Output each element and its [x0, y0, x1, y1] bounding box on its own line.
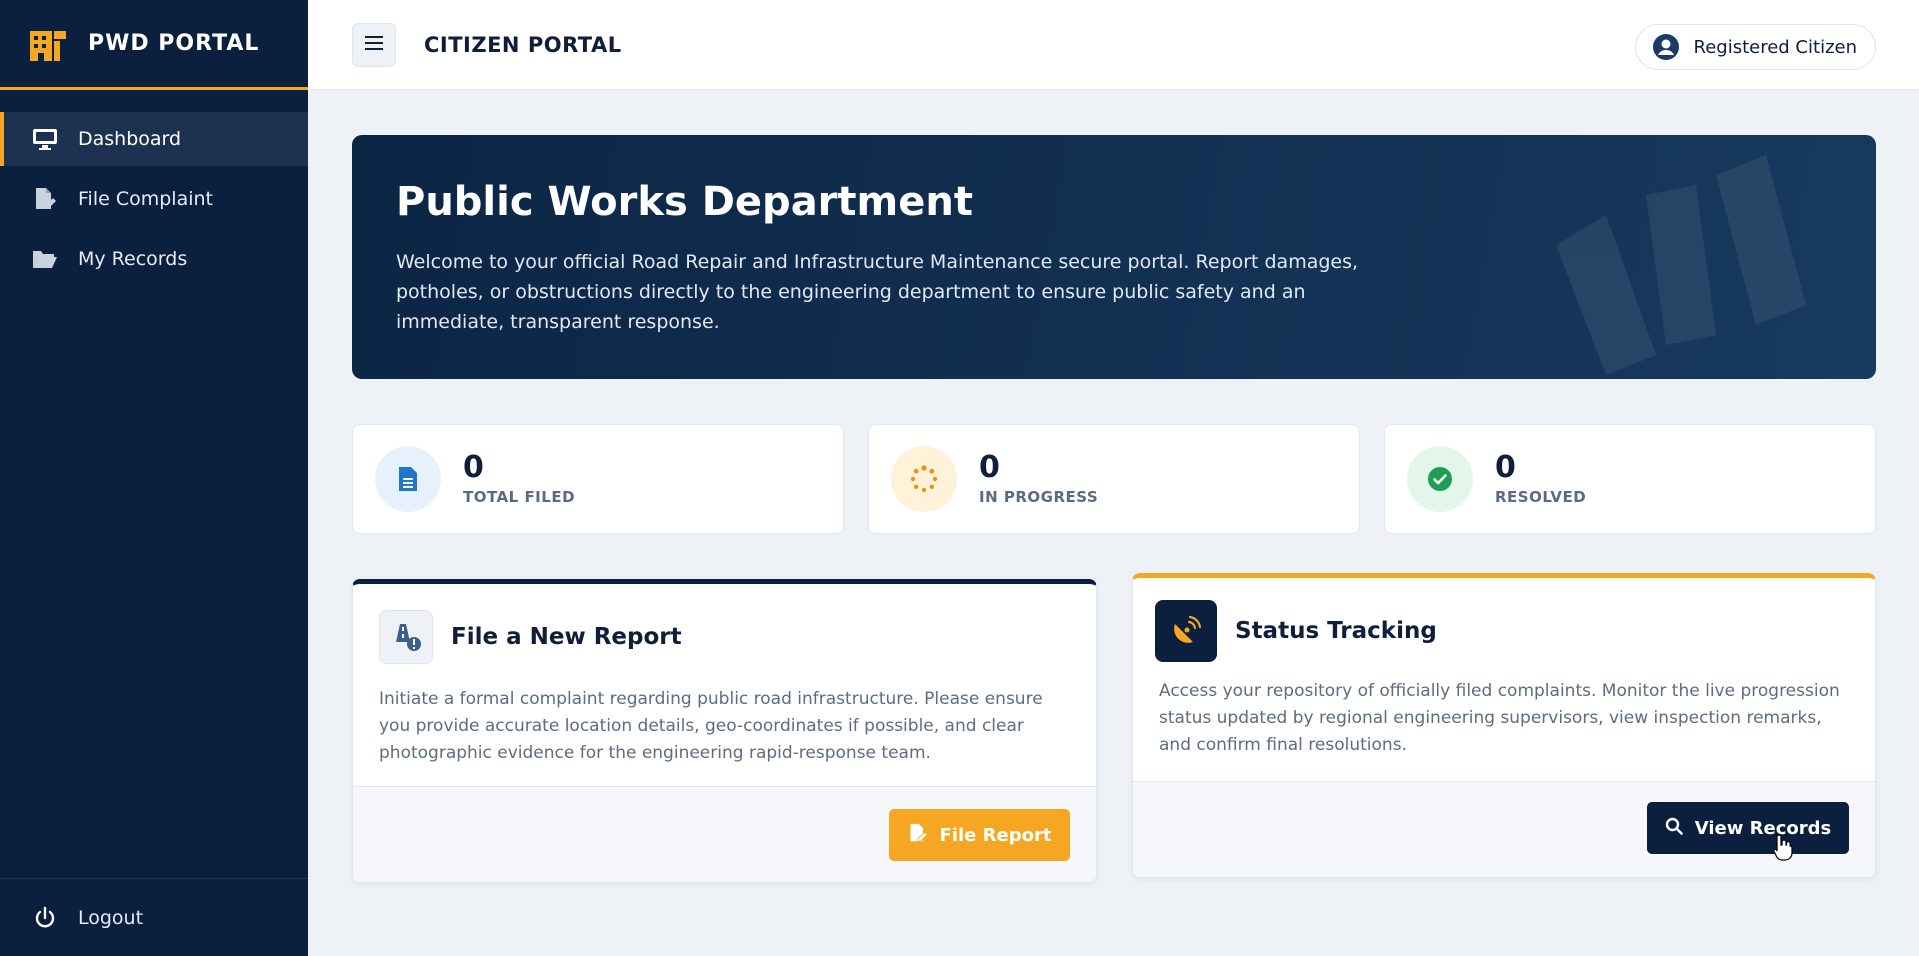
status-tracking-card: Status Tracking Access your repository o… — [1132, 573, 1876, 878]
card-footer: File Report — [353, 786, 1096, 882]
stat-label: IN PROGRESS — [979, 488, 1099, 506]
stat-card-in-progress: 0 IN PROGRESS — [868, 424, 1360, 534]
stat-card-total-filed: 0 TOTAL FILED — [352, 424, 844, 534]
folder-open-icon — [32, 247, 58, 271]
file-pen-icon — [32, 187, 58, 211]
topbar: CITIZEN PORTAL Registered Citizen — [308, 0, 1919, 90]
sidebar-item-file-complaint[interactable]: File Complaint — [0, 172, 308, 226]
hand-cursor-icon — [1773, 834, 1793, 861]
file-pen-icon — [908, 823, 940, 848]
stat-value: 0 — [979, 450, 1000, 485]
page-title: CITIZEN PORTAL — [424, 32, 622, 57]
search-icon — [1665, 817, 1695, 840]
user-avatar-icon — [1652, 33, 1680, 61]
menu-toggle-button[interactable] — [352, 22, 396, 67]
file-report-card: File a New Report Initiate a formal comp… — [352, 579, 1097, 883]
sidebar-item-my-records[interactable]: My Records — [0, 232, 308, 286]
stat-value: 0 — [1495, 450, 1516, 485]
user-label: Registered Citizen — [1693, 36, 1858, 58]
sidebar-item-dashboard[interactable]: Dashboard — [0, 112, 308, 166]
road-alert-icon — [379, 610, 433, 664]
sidebar: PWD PORTAL Dashboard File Complaint My R… — [0, 0, 308, 956]
brand-name: PWD PORTAL — [88, 31, 260, 56]
spinner-icon — [891, 446, 957, 512]
sidebar-nav: Dashboard File Complaint My Records — [0, 112, 308, 286]
card-description: Initiate a formal complaint regarding pu… — [379, 689, 1043, 763]
check-circle-icon — [1407, 446, 1473, 512]
sidebar-item-label: File Complaint — [78, 188, 213, 210]
card-footer: View Records — [1133, 781, 1875, 877]
hamburger-icon — [364, 35, 384, 55]
stat-label: RESOLVED — [1495, 488, 1587, 506]
file-report-button[interactable]: File Report — [889, 809, 1070, 861]
card-title: File a New Report — [451, 624, 682, 650]
brand[interactable]: PWD PORTAL — [0, 0, 308, 90]
user-menu-button[interactable]: Registered Citizen — [1634, 24, 1876, 70]
satellite-dish-icon — [1155, 600, 1217, 662]
button-label: View Records — [1694, 817, 1832, 839]
sidebar-item-label: My Records — [78, 248, 188, 270]
logout-button[interactable]: Logout — [0, 878, 308, 956]
monitor-icon — [32, 127, 58, 151]
file-icon — [375, 446, 441, 512]
hero-banner: Public Works Department Welcome to your … — [352, 135, 1876, 379]
stat-label: TOTAL FILED — [463, 488, 576, 506]
sidebar-item-label: Dashboard — [78, 128, 182, 150]
button-label: File Report — [939, 824, 1052, 846]
hero-text: Welcome to your official Road Repair and… — [396, 251, 1359, 333]
power-icon — [32, 906, 58, 930]
stat-card-resolved: 0 RESOLVED — [1384, 424, 1876, 534]
building-icon — [28, 27, 68, 61]
card-title: Status Tracking — [1235, 618, 1437, 644]
road-icon — [1556, 155, 1806, 375]
logout-label: Logout — [78, 906, 144, 929]
card-description: Access your repository of officially fil… — [1159, 681, 1840, 755]
stat-value: 0 — [463, 450, 484, 485]
view-records-button[interactable]: View Records — [1647, 802, 1849, 854]
